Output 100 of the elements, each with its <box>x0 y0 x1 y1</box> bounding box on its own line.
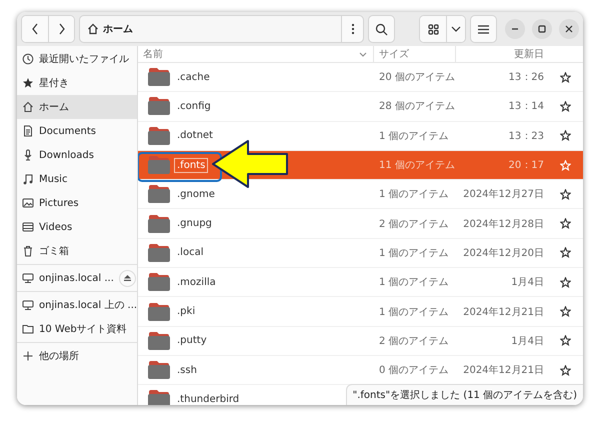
file-row[interactable]: .config 28 個のアイテム 13：14 <box>138 92 583 122</box>
star-icon <box>560 335 571 346</box>
sidebar-item[interactable]: Pictures <box>17 191 137 215</box>
file-row[interactable]: .local 1 個のアイテム 2024年12月20日 <box>138 238 583 268</box>
more-button[interactable] <box>341 16 363 42</box>
menu-icon <box>478 24 489 34</box>
sidebar-item[interactable]: 最近開いたファイル <box>17 47 137 71</box>
sidebar-item[interactable]: Music <box>17 167 137 191</box>
location-bar[interactable]: ホーム <box>79 15 364 43</box>
file-date: 2024年12月27日 <box>463 188 544 202</box>
file-name: .pki <box>177 306 196 318</box>
music-note-icon <box>22 173 34 185</box>
star-icon <box>22 77 34 89</box>
file-row[interactable]: .pki 1 個のアイテム 2024年12月21日 <box>138 297 583 327</box>
column-header[interactable]: 名前 <box>138 46 374 62</box>
sidebar-item[interactable]: 星付き <box>17 71 137 95</box>
star-button[interactable] <box>560 188 571 200</box>
maximize-icon <box>537 24 547 34</box>
sidebar-item[interactable]: ゴミ箱 <box>17 239 137 263</box>
file-date: 2024年12月28日 <box>463 218 544 231</box>
plus-icon <box>22 350 34 362</box>
star-button[interactable] <box>560 335 571 346</box>
file-name: .thunderbird <box>177 394 240 405</box>
file-row[interactable]: .mozilla 1 個のアイテム 1月4日 <box>138 268 583 298</box>
star-icon <box>560 100 571 112</box>
image-icon <box>22 197 34 209</box>
chevron-down-icon <box>359 52 367 56</box>
sidebar-item[interactable]: Documents <box>17 119 137 143</box>
folder-icon <box>147 155 171 176</box>
microphone-icon <box>22 149 34 161</box>
eject-button[interactable] <box>118 270 136 286</box>
sidebar-item[interactable]: onjinas.local 上の ... <box>17 293 137 317</box>
file-size: 1 個のアイテム <box>379 277 449 288</box>
star-button[interactable] <box>560 276 571 288</box>
folder-icon <box>147 272 171 292</box>
location-text: ホーム <box>103 23 134 36</box>
file-size: 1 個のアイテム <box>379 248 449 259</box>
star-icon <box>560 160 571 171</box>
folder-icon <box>22 323 34 335</box>
star-button[interactable] <box>560 100 571 112</box>
document-icon <box>22 125 34 137</box>
star-icon <box>560 276 571 288</box>
sidebar-item[interactable]: Videos <box>17 215 137 239</box>
view-options-button[interactable] <box>446 16 465 42</box>
star-icon <box>560 218 571 230</box>
file-name: .fonts <box>174 158 208 173</box>
folder-icon <box>147 67 171 88</box>
star-button[interactable] <box>560 247 571 258</box>
file-date: 20：17 <box>508 159 544 172</box>
sidebar-item[interactable]: 10 Webサイト資料 <box>17 317 137 341</box>
star-button[interactable] <box>560 218 571 230</box>
eject-icon <box>124 275 131 281</box>
star-button[interactable] <box>560 130 571 142</box>
sidebar-item[interactable]: ホーム <box>17 95 137 119</box>
menu-button[interactable] <box>470 15 497 43</box>
sidebar-item[interactable]: 他の場所 <box>17 344 137 368</box>
sidebar-item[interactable]: Downloads <box>17 143 137 167</box>
file-date: 2024年12月20日 <box>463 246 544 260</box>
file-row[interactable]: .gnupg 2 個のアイテム 2024年12月28日 <box>138 209 583 239</box>
star-icon <box>560 247 571 258</box>
search-icon <box>375 22 388 36</box>
status-toast: ".fonts"を選択しました (11 個のアイテムを含む) <box>346 384 583 405</box>
star-button[interactable] <box>560 72 571 83</box>
close-icon <box>564 24 574 34</box>
folder-icon <box>147 126 171 146</box>
file-date: 2024年12月21日 <box>463 306 544 319</box>
folder-icon <box>147 360 171 380</box>
file-size: 1 個のアイテム <box>379 306 449 318</box>
file-date: 2024年12月21日 <box>463 364 544 378</box>
folder-icon <box>147 96 171 116</box>
chevron-down-icon <box>451 26 461 32</box>
file-size: 2 個のアイテム <box>379 218 449 230</box>
maximize-button[interactable] <box>532 19 552 39</box>
home-icon <box>87 23 99 35</box>
star-button[interactable] <box>560 364 571 376</box>
star-icon <box>560 364 571 376</box>
file-row[interactable]: .putty 2 個のアイテム 1月4日 <box>138 326 583 356</box>
file-name: .gnome <box>177 188 215 200</box>
file-row[interactable]: .gnome 1 個のアイテム 2024年12月27日 <box>138 180 583 210</box>
folder-icon <box>147 330 171 351</box>
star-icon <box>560 188 571 200</box>
star-icon <box>560 72 571 83</box>
column-header[interactable]: 更新日 <box>456 46 548 62</box>
folder-icon <box>147 302 171 322</box>
more-icon <box>350 23 354 35</box>
search-button[interactable] <box>368 15 395 43</box>
file-name: .dotnet <box>177 130 213 142</box>
file-row[interactable]: .cache 20 個のアイテム 13：26 <box>138 63 583 92</box>
folder-icon <box>147 214 171 234</box>
grid-icon <box>428 24 438 34</box>
file-name: .putty <box>177 335 207 346</box>
star-icon <box>560 306 571 318</box>
network-drive-icon <box>22 272 34 284</box>
forward-button[interactable] <box>48 16 74 42</box>
folder-icon <box>147 184 171 204</box>
sidebar-item[interactable]: onjinas.local ... <box>17 266 137 290</box>
close-button[interactable] <box>559 19 579 39</box>
star-button[interactable] <box>560 306 571 318</box>
column-header[interactable]: サイズ <box>374 46 456 62</box>
star-icon <box>560 130 571 142</box>
